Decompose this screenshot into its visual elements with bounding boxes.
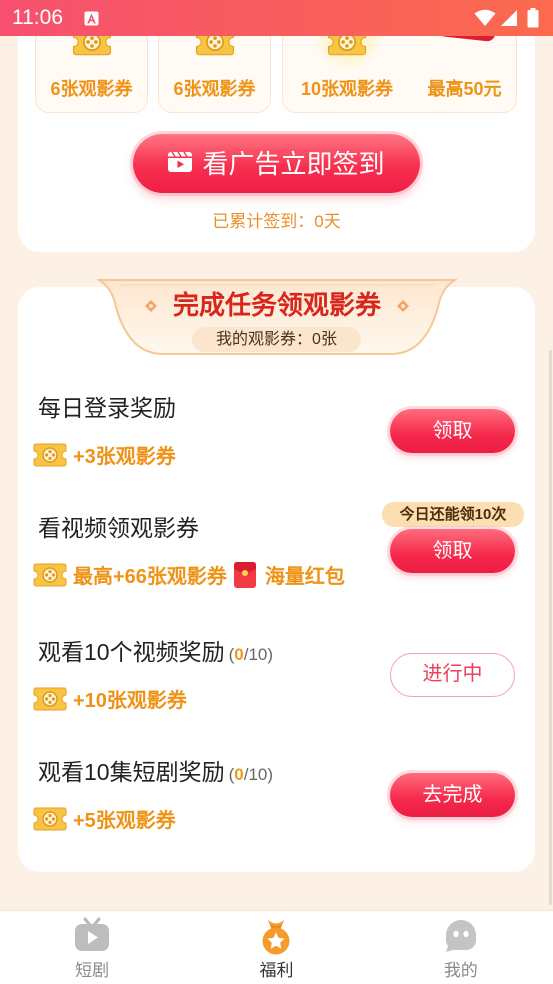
remaining-times-badge: 今日还能领10次	[382, 502, 524, 527]
app-notification-icon	[84, 11, 99, 31]
task-title: 观看10个视频奖励	[38, 639, 225, 665]
nav-label: 短剧	[75, 961, 110, 980]
checkin-reward-label: 6张观影券	[50, 79, 133, 99]
task-reward-text: 海量红包	[264, 566, 345, 588]
task-title-row: 观看10个视频奖励 (0/10)	[38, 638, 273, 669]
task-progress: (0/10)	[229, 765, 273, 784]
task-reward: +10张观影券	[33, 687, 187, 715]
claim-button[interactable]: 领取	[390, 409, 515, 453]
tv-icon	[73, 917, 111, 958]
scrollbar[interactable]	[549, 350, 552, 905]
welfare-screen: 11:06 6张观影券 6张观影券 10张观影券 最高50元 看广告立即签到 已…	[0, 0, 553, 984]
checkin-reward-label: 最高50元	[427, 79, 502, 99]
nav-label: 我的	[443, 961, 478, 980]
ticket-icon	[33, 562, 67, 593]
nav-label: 福利	[259, 961, 294, 980]
checkin-reward-label: 6张观影券	[173, 79, 256, 99]
task-reward: +3张观影券	[33, 443, 176, 471]
task-watch-10-videos: 观看10个视频奖励 (0/10) +10张观影券 进行中	[18, 638, 535, 718]
nav-item-short-drama[interactable]: 短剧	[0, 911, 184, 984]
task-title-row: 观看10集短剧奖励 (0/10)	[38, 758, 273, 789]
task-progress: (0/10)	[229, 645, 273, 664]
in-progress-button[interactable]: 进行中	[390, 653, 515, 697]
task-watch-video: 看视频领观影券 今日还能领10次 最高+66张观影券 海量红包 领取	[18, 502, 535, 594]
ghost-avatar-icon	[442, 917, 480, 958]
status-bar: 11:06	[0, 0, 553, 36]
red-packet-icon	[233, 561, 257, 594]
task-reward: 最高+66张观影券 海量红包	[33, 561, 345, 594]
task-reward-text: +10张观影券	[73, 690, 187, 712]
signal-icon	[500, 9, 518, 32]
ticket-icon	[33, 442, 67, 473]
tasks-header-ribbon: 完成任务领观影券 我的观影券：0张	[97, 277, 457, 357]
video-play-icon	[168, 151, 193, 177]
checkin-streak-text: 已累计签到：0天	[212, 212, 341, 231]
battery-icon	[527, 8, 539, 33]
status-time: 11:06	[12, 6, 63, 29]
nav-item-welfare[interactable]: 福利	[184, 911, 368, 984]
task-title: 观看10集短剧奖励	[38, 759, 225, 785]
progress-suffix: /10)	[243, 765, 274, 784]
welfare-bag-icon	[257, 917, 295, 960]
task-daily-login: 每日登录奖励 +3张观影券 领取	[18, 394, 535, 474]
checkin-card: 6张观影券 6张观影券 10张观影券 最高50元 看广告立即签到 已累计签到：0…	[18, 0, 535, 252]
task-title: 每日登录奖励	[38, 395, 176, 421]
go-complete-button[interactable]: 去完成	[390, 773, 515, 817]
ticket-icon	[33, 686, 67, 717]
claim-button[interactable]: 领取	[390, 529, 515, 573]
progress-suffix: /10)	[243, 645, 274, 664]
watch-ad-checkin-button[interactable]: 看广告立即签到	[133, 134, 420, 193]
nav-item-mine[interactable]: 我的	[369, 911, 553, 984]
task-reward-text: +3张观影券	[73, 446, 176, 468]
ticket-icon	[33, 806, 67, 837]
task-watch-10-episodes: 观看10集短剧奖励 (0/10) +5张观影券 去完成	[18, 758, 535, 838]
progress-current: 0	[234, 765, 244, 784]
my-tickets-count: 我的观影券：0张	[192, 327, 361, 352]
task-title: 看视频领观影券	[38, 515, 199, 541]
task-reward-text: 最高+66张观影券	[73, 566, 227, 588]
wifi-icon	[474, 9, 496, 32]
task-reward-text: +5张观影券	[73, 810, 176, 832]
checkin-button-label: 看广告立即签到	[202, 148, 385, 179]
task-reward: +5张观影券	[33, 807, 176, 835]
checkin-reward-label: 10张观影券	[300, 79, 394, 99]
progress-current: 0	[234, 645, 244, 664]
bottom-nav: 短剧 福利 我的	[0, 910, 553, 984]
